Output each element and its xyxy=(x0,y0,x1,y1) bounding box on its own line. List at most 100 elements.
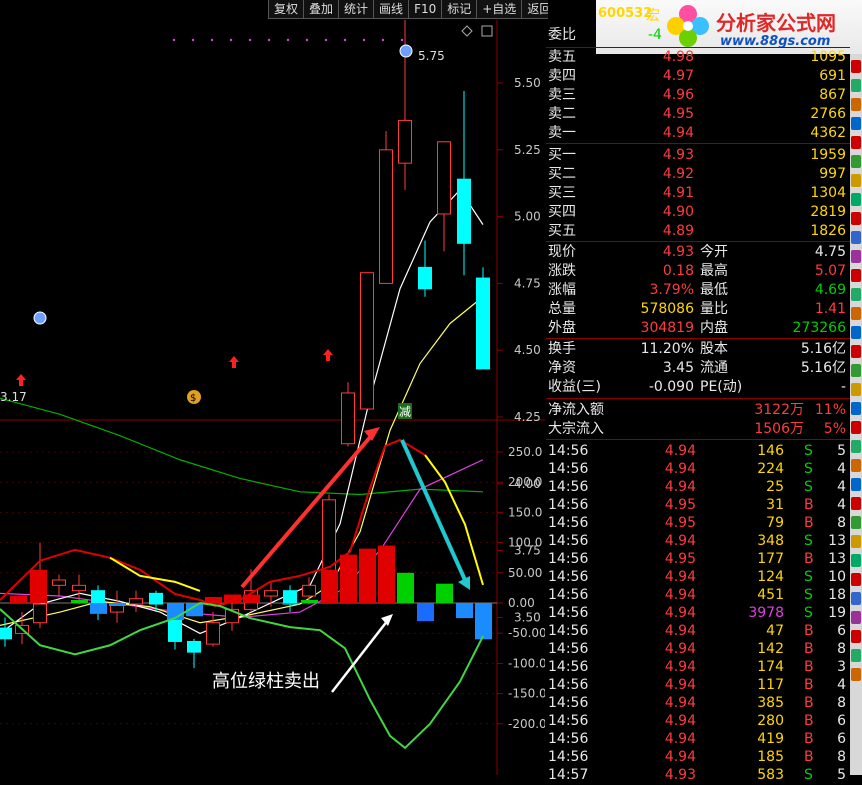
quote-label-2: 最低 xyxy=(700,282,728,298)
tick-price: 4.94 xyxy=(664,677,696,693)
tool-sidebar[interactable] xyxy=(850,54,862,775)
sidebar-tool-icon[interactable] xyxy=(851,478,861,491)
sidebar-tool-icon[interactable] xyxy=(851,288,861,301)
sidebar-tool-icon[interactable] xyxy=(851,364,861,377)
tick-price: 4.94 xyxy=(664,461,696,477)
bid-price: 4.93 xyxy=(662,147,694,163)
price-tick: 4.25 xyxy=(514,410,541,424)
tick-side: S xyxy=(804,569,813,585)
tick-volume: 280 xyxy=(757,713,784,729)
sidebar-tool-icon[interactable] xyxy=(851,440,861,453)
bid-price: 4.90 xyxy=(662,204,694,220)
sidebar-tool-icon[interactable] xyxy=(851,117,861,130)
candle-body xyxy=(72,584,86,592)
toolbar-button-0[interactable]: 复权 xyxy=(268,0,305,19)
bid-volume: 997 xyxy=(819,166,846,182)
candles xyxy=(0,20,490,669)
sidebar-tool-icon[interactable] xyxy=(851,402,861,415)
toolbar-button-3[interactable]: 画线 xyxy=(373,0,410,19)
quote-value: 304819 xyxy=(640,320,694,336)
sidebar-tool-icon[interactable] xyxy=(851,592,861,605)
sidebar-tool-icon[interactable] xyxy=(851,231,861,244)
sidebar-tool-icon[interactable] xyxy=(851,250,861,263)
toolbar-button-6[interactable]: +自选 xyxy=(476,0,523,19)
tick-count: 4 xyxy=(837,497,846,513)
ask-price: 4.96 xyxy=(662,87,694,103)
toolbar-button-4[interactable]: F10 xyxy=(408,0,443,19)
indicator-tick: 150.0 xyxy=(508,505,542,519)
diamond-icon[interactable] xyxy=(461,25,473,37)
sidebar-tool-icon[interactable] xyxy=(851,212,861,225)
tick-price: 4.94 xyxy=(664,569,696,585)
sidebar-tool-icon[interactable] xyxy=(851,269,861,282)
sidebar-tool-icon[interactable] xyxy=(851,155,861,168)
restore-icon[interactable] xyxy=(481,25,493,37)
price-tick: 5.50 xyxy=(514,76,541,90)
quote-value-2: 4.69 xyxy=(814,282,846,298)
fund-value-2: 5.16亿 xyxy=(800,360,846,376)
tick-row: 14:56 4.94 174 B 3 xyxy=(546,658,850,677)
buy-arrow-icons xyxy=(16,349,333,386)
tick-time: 14:56 xyxy=(548,623,589,639)
sidebar-tool-icon[interactable] xyxy=(851,535,861,548)
sidebar-tool-icon[interactable] xyxy=(851,79,861,92)
sidebar-tool-icon[interactable] xyxy=(851,573,861,586)
flow-pct: 5% xyxy=(823,421,846,437)
toolbar-button-5[interactable]: 标记 xyxy=(441,0,478,19)
high-marker-icon xyxy=(399,44,413,58)
indicator-bar xyxy=(417,603,434,622)
sidebar-tool-icon[interactable] xyxy=(851,193,861,206)
toolbar-button-1[interactable]: 叠加 xyxy=(303,0,340,19)
tick-count: 4 xyxy=(837,461,846,477)
quote-value: 0.18 xyxy=(662,263,694,279)
sidebar-tool-icon[interactable] xyxy=(851,459,861,472)
fund-row: 净资 3.45 流通 5.16亿 xyxy=(546,359,850,378)
sidebar-tool-icon[interactable] xyxy=(851,611,861,624)
candle-body xyxy=(264,590,278,597)
bid-row: 买三 4.91 1304 xyxy=(546,184,850,203)
low-label: 3.17 xyxy=(0,390,27,404)
sidebar-tool-icon[interactable] xyxy=(851,174,861,187)
tick-side: S xyxy=(804,767,813,783)
price-tick: 5.00 xyxy=(514,210,541,224)
ask-price: 4.98 xyxy=(662,49,694,65)
ask-volume: 691 xyxy=(819,68,846,84)
quote-label: 现价 xyxy=(548,244,576,260)
tick-price: 4.94 xyxy=(664,641,696,657)
sidebar-tool-icon[interactable] xyxy=(851,383,861,396)
tick-count: 8 xyxy=(837,515,846,531)
sidebar-tool-icon[interactable] xyxy=(851,98,861,111)
tick-volume: 385 xyxy=(757,695,784,711)
tick-side: S xyxy=(804,605,813,621)
ask-row: 卖三 4.96 867 xyxy=(546,86,850,105)
signal-dots xyxy=(172,38,404,42)
tick-price: 4.94 xyxy=(664,587,696,603)
tick-price: 4.94 xyxy=(664,713,696,729)
sidebar-tool-icon[interactable] xyxy=(851,307,861,320)
quote-label: 总量 xyxy=(548,301,576,317)
flow-row: 大宗流入 1506万 5% xyxy=(546,420,850,439)
sidebar-tool-icon[interactable] xyxy=(851,516,861,529)
sidebar-tool-icon[interactable] xyxy=(851,60,861,73)
sidebar-tool-icon[interactable] xyxy=(851,326,861,339)
tick-time: 14:56 xyxy=(548,443,589,459)
sidebar-tool-icon[interactable] xyxy=(851,668,861,681)
sidebar-tool-icon[interactable] xyxy=(851,554,861,567)
candle-body xyxy=(52,579,66,586)
tick-price: 4.94 xyxy=(664,623,696,639)
quote-value-2: 5.07 xyxy=(814,263,846,279)
sidebar-tool-icon[interactable] xyxy=(851,421,861,434)
sidebar-tool-icon[interactable] xyxy=(851,630,861,643)
candle-body xyxy=(0,627,12,640)
tick-side: B xyxy=(804,677,814,693)
toolbar-button-2[interactable]: 统计 xyxy=(338,0,375,19)
quote-panel: 委比 -4 卖五 4.98 1095 卖四 4.97 691 卖三 4.96 867 卖二 4.95 27… xyxy=(546,26,850,783)
tick-price: 4.95 xyxy=(664,497,696,513)
sidebar-tool-icon[interactable] xyxy=(851,497,861,510)
sidebar-tool-icon[interactable] xyxy=(851,345,861,358)
sidebar-tool-icon[interactable] xyxy=(851,136,861,149)
sidebar-tool-icon[interactable] xyxy=(851,649,861,662)
indicator-bar xyxy=(378,545,395,603)
fund-row: 换手 11.20% 股本 5.16亿 xyxy=(546,340,850,359)
kline-chart[interactable]: 5.505.255.004.754.504.254.003.753.50 250… xyxy=(0,20,545,775)
